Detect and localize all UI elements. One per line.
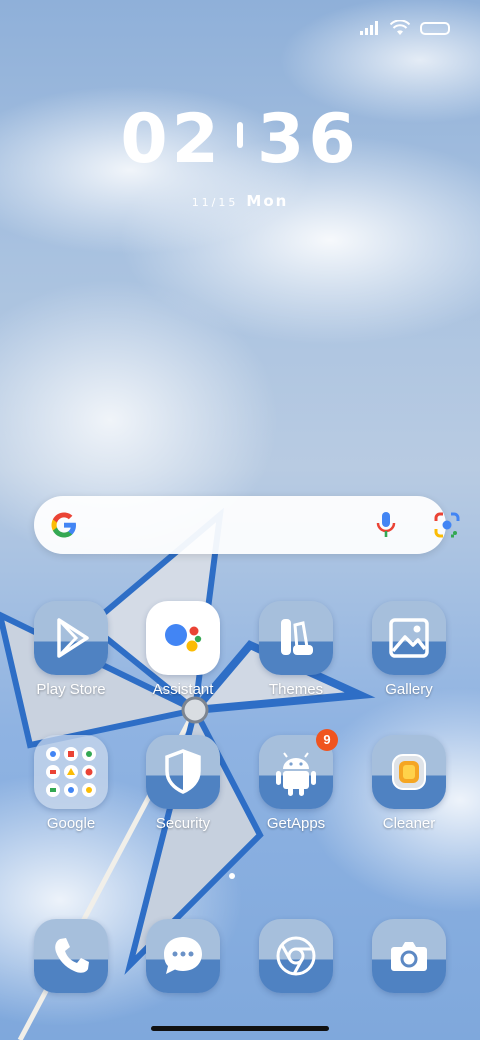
messages-icon: [146, 919, 220, 993]
phone-icon: [34, 919, 108, 993]
app-label: Cleaner: [382, 815, 436, 832]
app-security[interactable]: Security: [128, 735, 238, 832]
clock-minutes: 36: [257, 100, 360, 179]
chrome-icon: [259, 919, 333, 993]
play-store-icon: [34, 601, 108, 675]
weekday-text: Mon: [246, 192, 289, 210]
app-label: GetApps: [266, 815, 326, 832]
app-cleaner[interactable]: Cleaner: [354, 735, 464, 832]
signal-icon: [360, 21, 378, 35]
shield-icon: [146, 735, 220, 809]
app-gallery[interactable]: Gallery: [354, 601, 464, 698]
app-label: Google: [46, 815, 96, 832]
page-indicator: [229, 873, 235, 879]
app-themes[interactable]: Themes: [241, 601, 351, 698]
date-display: 11/15 Mon: [0, 192, 480, 210]
clock-widget[interactable]: 02 36: [0, 100, 480, 179]
microphone-icon[interactable]: [376, 511, 396, 539]
app-label: Assistant: [152, 681, 214, 698]
app-label: Themes: [268, 681, 324, 698]
clock-hours: 02: [120, 100, 223, 179]
gallery-icon: [372, 601, 446, 675]
cleaner-icon: [372, 735, 446, 809]
folder-google[interactable]: Google: [16, 735, 126, 832]
app-getapps[interactable]: 9 GetApps: [241, 729, 351, 832]
google-search-bar[interactable]: [34, 496, 460, 554]
dock-camera[interactable]: [354, 919, 464, 993]
camera-icon: [372, 919, 446, 993]
google-folder-icon: [34, 735, 108, 809]
themes-icon: [259, 601, 333, 675]
assistant-icon: [146, 601, 220, 675]
date-text: 11/15: [191, 196, 239, 209]
home-gesture-bar[interactable]: [151, 1026, 329, 1031]
battery-icon: [420, 21, 450, 35]
dock-messages[interactable]: [128, 919, 238, 993]
wifi-icon: [390, 20, 410, 35]
app-assistant[interactable]: Assistant: [128, 601, 238, 698]
dock-phone[interactable]: [16, 919, 126, 993]
app-play-store[interactable]: Play Store: [16, 601, 126, 698]
app-label: Play Store: [36, 681, 106, 698]
dock-chrome[interactable]: [241, 919, 351, 993]
notification-badge: 9: [316, 729, 338, 751]
google-lens-icon[interactable]: [433, 511, 461, 539]
clock-separator: [237, 122, 243, 149]
status-bar: [360, 16, 450, 40]
app-label: Security: [155, 815, 211, 832]
google-logo-icon: [51, 512, 76, 538]
app-label: Gallery: [385, 681, 433, 698]
